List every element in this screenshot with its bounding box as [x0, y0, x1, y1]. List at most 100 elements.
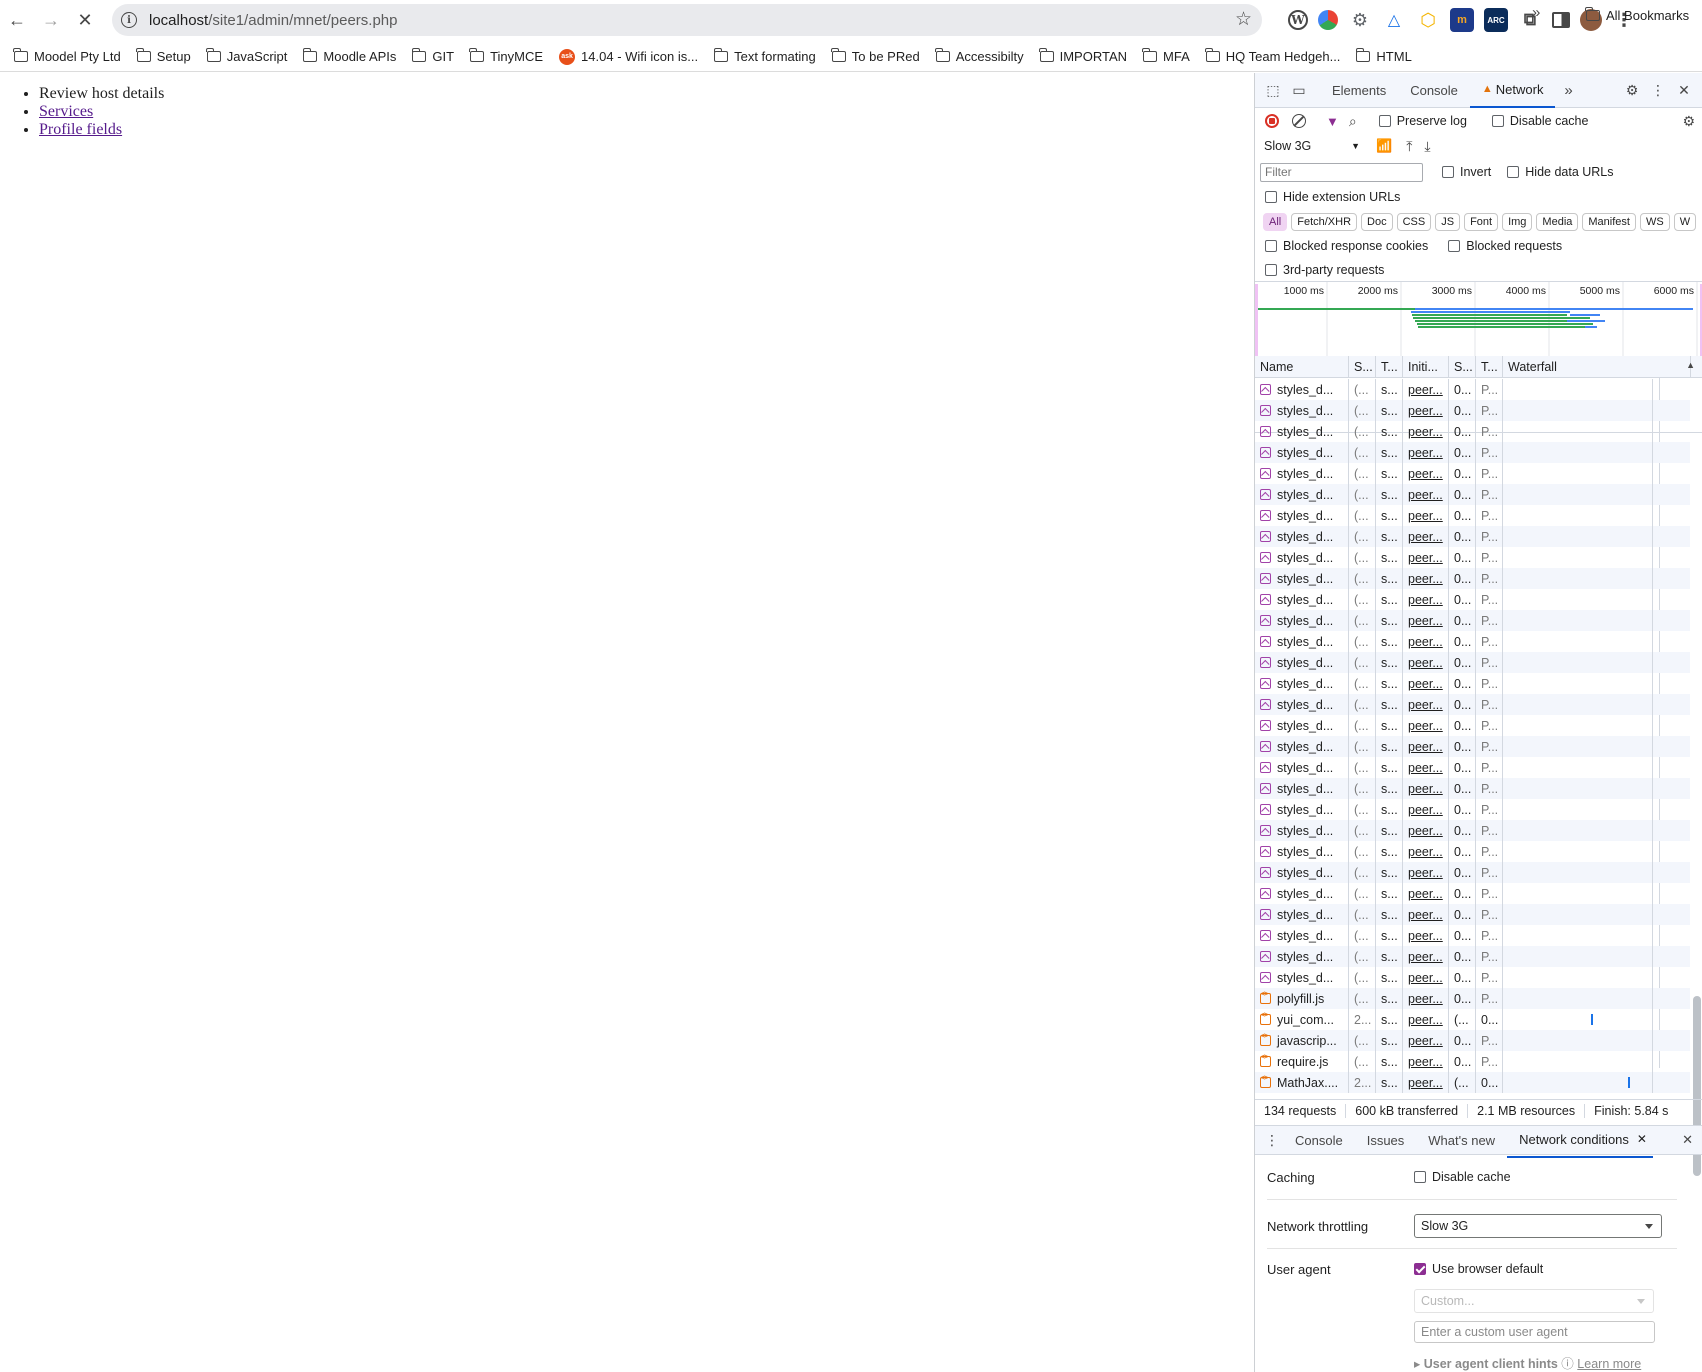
import-har-icon[interactable]: ⤒ — [1406, 138, 1412, 155]
third-party-requests-checkbox[interactable] — [1265, 264, 1277, 276]
initiator-link[interactable]: peer... — [1403, 1051, 1449, 1072]
table-row[interactable]: styles_d... (... s... peer... 0... P... — [1255, 757, 1690, 778]
filter-input[interactable] — [1260, 162, 1423, 182]
moodle-icon[interactable]: m — [1450, 8, 1474, 32]
type-filter-chip[interactable]: WS — [1639, 213, 1670, 231]
type-filter-chip[interactable]: All — [1263, 213, 1288, 231]
column-header[interactable]: Initi... — [1403, 356, 1449, 378]
table-row[interactable]: styles_d... (... s... peer... 0... P... — [1255, 379, 1690, 400]
initiator-link[interactable]: peer... — [1403, 484, 1449, 505]
table-row[interactable]: styles_d... (... s... peer... 0... P... — [1255, 547, 1690, 568]
initiator-link[interactable]: peer... — [1403, 1030, 1449, 1051]
overview-left-handle[interactable] — [1255, 284, 1258, 359]
table-row[interactable]: styles_d... (... s... peer... 0... P... — [1255, 568, 1690, 589]
back-button[interactable]: ← — [0, 3, 34, 37]
table-row[interactable]: require.js (... s... peer... 0... P... — [1255, 1051, 1690, 1072]
table-row[interactable]: styles_d... (... s... peer... 0... P... — [1255, 736, 1690, 757]
bookmark-item[interactable]: GIT — [404, 44, 462, 70]
type-filter-chip[interactable]: Manifest — [1582, 213, 1636, 231]
initiator-link[interactable]: peer... — [1403, 883, 1449, 904]
initiator-link[interactable]: peer... — [1403, 547, 1449, 568]
type-filter-chip[interactable]: Media — [1536, 213, 1579, 231]
table-row[interactable]: styles_d... (... s... peer... 0... P... — [1255, 799, 1690, 820]
type-filter-chip[interactable]: W — [1673, 213, 1697, 231]
bookmark-item[interactable]: HTML — [1348, 44, 1419, 70]
learn-more-link[interactable]: Learn more — [1577, 1357, 1641, 1371]
close-tab-icon[interactable]: ✕ — [1637, 1132, 1647, 1146]
type-filter-chip[interactable]: Fetch/XHR — [1291, 213, 1358, 231]
table-row[interactable]: styles_d... (... s... peer... 0... P... — [1255, 505, 1690, 526]
wordpress-icon[interactable]: W — [1288, 10, 1308, 30]
hexagon-icon[interactable]: ⬡ — [1416, 8, 1440, 32]
table-row[interactable]: styles_d... (... s... peer... 0... P... — [1255, 421, 1690, 442]
bookmark-star-icon[interactable]: ☆ — [1235, 8, 1252, 31]
table-row[interactable]: styles_d... (... s... peer... 0... P... — [1255, 610, 1690, 631]
table-row[interactable]: MathJax.... 2... s... peer... (... 0... — [1255, 1072, 1690, 1093]
table-row[interactable]: styles_d... (... s... peer... 0... P... — [1255, 904, 1690, 925]
bookmark-item[interactable]: TinyMCE — [462, 44, 551, 70]
drawer-tab-issues[interactable]: Issues — [1355, 1123, 1417, 1158]
initiator-link[interactable]: peer... — [1403, 799, 1449, 820]
table-row[interactable]: styles_d... (... s... peer... 0... P... — [1255, 862, 1690, 883]
device-toolbar-icon[interactable]: ▭ — [1286, 77, 1312, 103]
initiator-link[interactable]: peer... — [1403, 736, 1449, 757]
initiator-link[interactable]: peer... — [1403, 526, 1449, 547]
use-browser-default-checkbox[interactable] — [1414, 1263, 1426, 1275]
initiator-link[interactable]: peer... — [1403, 841, 1449, 862]
initiator-link[interactable]: peer... — [1403, 505, 1449, 526]
hide-data-urls-checkbox[interactable] — [1507, 166, 1520, 178]
table-row[interactable]: styles_d... (... s... peer... 0... P... — [1255, 820, 1690, 841]
bookmark-item[interactable]: Accessibilty — [928, 44, 1032, 70]
type-filter-chip[interactable]: JS — [1435, 213, 1461, 231]
inspect-element-icon[interactable]: ⬚ — [1260, 77, 1286, 103]
column-header[interactable]: S... — [1449, 356, 1476, 378]
all-bookmarks-button[interactable]: All Bookmarks — [1578, 2, 1697, 28]
table-row[interactable]: styles_d... (... s... peer... 0... P... — [1255, 442, 1690, 463]
initiator-link[interactable]: peer... — [1403, 1009, 1449, 1030]
custom-user-agent-input[interactable]: Enter a custom user agent — [1414, 1321, 1655, 1343]
invert-checkbox[interactable] — [1442, 166, 1454, 178]
table-row[interactable]: styles_d... (... s... peer... 0... P... — [1255, 652, 1690, 673]
table-row[interactable]: styles_d... (... s... peer... 0... P... — [1255, 526, 1690, 547]
column-header[interactable]: Waterfall — [1503, 356, 1691, 378]
column-header[interactable]: Name — [1255, 356, 1349, 378]
initiator-link[interactable]: peer... — [1403, 904, 1449, 925]
more-tabs-icon[interactable]: » — [1555, 77, 1581, 103]
arc-icon[interactable]: ARC — [1484, 8, 1508, 32]
initiator-link[interactable]: peer... — [1403, 925, 1449, 946]
type-filter-chip[interactable]: Doc — [1361, 213, 1393, 231]
table-row[interactable]: styles_d... (... s... peer... 0... P... — [1255, 631, 1690, 652]
table-row[interactable]: styles_d... (... s... peer... 0... P... — [1255, 946, 1690, 967]
drawer-tab-network-conditions[interactable]: Network conditions ✕ — [1507, 1123, 1653, 1158]
initiator-link[interactable]: peer... — [1403, 988, 1449, 1009]
table-row[interactable]: styles_d... (... s... peer... 0... P... — [1255, 841, 1690, 862]
initiator-link[interactable]: peer... — [1403, 631, 1449, 652]
initiator-link[interactable]: peer... — [1403, 694, 1449, 715]
column-header[interactable]: T... — [1476, 356, 1503, 378]
type-filter-chip[interactable]: Font — [1464, 213, 1499, 231]
initiator-link[interactable]: peer... — [1403, 421, 1449, 442]
network-settings-icon[interactable]: ⚙ — [1682, 113, 1695, 130]
blocked-requests-checkbox[interactable] — [1448, 240, 1461, 252]
hide-extension-urls-checkbox[interactable] — [1265, 191, 1277, 203]
bookmarks-overflow-icon[interactable]: » — [1532, 4, 1540, 21]
disable-cache-checkbox[interactable] — [1491, 115, 1504, 127]
drawer-menu-icon[interactable]: ⋮ — [1265, 1132, 1279, 1149]
initiator-link[interactable]: peer... — [1403, 400, 1449, 421]
bookmark-item[interactable]: To be PRed — [824, 44, 928, 70]
close-devtools-icon[interactable]: ✕ — [1671, 77, 1697, 103]
address-bar[interactable]: i localhost/site1/admin/mnet/peers.php ☆ — [112, 4, 1262, 36]
table-row[interactable]: styles_d... (... s... peer... 0... P... — [1255, 694, 1690, 715]
initiator-link[interactable]: peer... — [1403, 673, 1449, 694]
drawer-tab-whats-new[interactable]: What's new — [1416, 1123, 1507, 1158]
initiator-link[interactable]: peer... — [1403, 379, 1449, 400]
throttle-select[interactable]: Slow 3G ▼ — [1264, 139, 1360, 153]
sidepanel-icon[interactable] — [1552, 12, 1570, 28]
type-filter-chip[interactable]: Img — [1502, 213, 1533, 231]
table-row[interactable]: javascrip... (... s... peer... 0... P... — [1255, 1030, 1690, 1051]
table-row[interactable]: yui_com... 2... s... peer... (... 0... — [1255, 1009, 1690, 1030]
sort-ascending-icon[interactable]: ▲ — [1686, 360, 1695, 370]
table-row[interactable]: styles_d... (... s... peer... 0... P... — [1255, 673, 1690, 694]
column-header[interactable]: T... — [1376, 356, 1403, 378]
table-row[interactable]: styles_d... (... s... peer... 0... P... — [1255, 484, 1690, 505]
